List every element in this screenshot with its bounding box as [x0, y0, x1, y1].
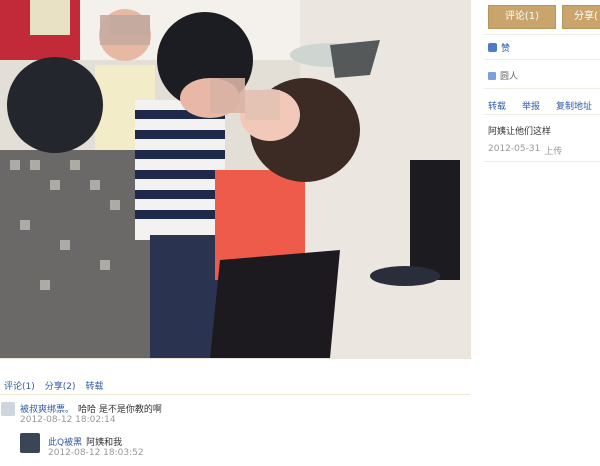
- comment-user[interactable]: 此Q被黑: [48, 435, 82, 448]
- upload-date: 2012-05-31: [488, 144, 541, 154]
- shares-tab[interactable]: 分享(2): [45, 379, 76, 392]
- comment-text: 阿姨和我: [86, 438, 123, 448]
- divider: [484, 34, 600, 35]
- report-link[interactable]: 举报: [522, 99, 540, 112]
- avatar[interactable]: [20, 433, 40, 453]
- comment-text: 哈哈 是不是你教的啊: [78, 405, 162, 415]
- repost-tab[interactable]: 转载: [86, 379, 104, 392]
- share-tab-button[interactable]: 分享(: [562, 5, 600, 29]
- comments-tab[interactable]: 评论(1): [4, 379, 35, 392]
- comment-body: 被叔爽绑票。 哈哈 是不是你教的啊: [20, 402, 162, 415]
- comment-user[interactable]: 被叔爽绑票。: [20, 402, 74, 415]
- upload-date-line: 2012-05-31 上传: [488, 144, 562, 157]
- photo-container: [0, 0, 471, 359]
- divider: [484, 59, 600, 60]
- avatar[interactable]: [1, 402, 15, 416]
- thumbs-up-icon: [488, 43, 497, 52]
- like-label: 赞: [501, 44, 511, 54]
- comment-tab-button[interactable]: 评论(1): [488, 5, 556, 29]
- divider: [484, 114, 600, 115]
- copy-address-link[interactable]: 复制地址: [556, 99, 592, 112]
- comment-time: 2012-08-12 18:03:52: [48, 448, 144, 458]
- comment-time: 2012-08-12 18:02:14: [20, 415, 116, 425]
- user-icon: [488, 71, 496, 80]
- like-row[interactable]: 赞: [488, 41, 510, 54]
- main-photo[interactable]: [0, 0, 470, 358]
- comment-body: 此Q被黑 阿姨和我: [48, 435, 122, 448]
- upload-label: 上传: [544, 147, 563, 157]
- comment-tabs: 评论(1) 分享(2) 转载: [4, 379, 104, 392]
- photo-title: 阿姨让他们这样: [488, 127, 552, 137]
- uploader-row[interactable]: 圆人: [488, 69, 518, 82]
- sidebar: 评论(1) 分享( 赞 圆人 转载 举报 复制地址 阿姨让他们这样 2012-0…: [484, 0, 600, 466]
- divider: [484, 88, 600, 89]
- photo-illustration: [0, 0, 470, 358]
- comment-divider: [0, 394, 470, 395]
- repost-link[interactable]: 转载: [488, 99, 506, 112]
- divider: [484, 161, 600, 162]
- photo-actions: 转载 举报 复制地址: [488, 99, 592, 112]
- uploader-name: 圆人: [500, 72, 519, 82]
